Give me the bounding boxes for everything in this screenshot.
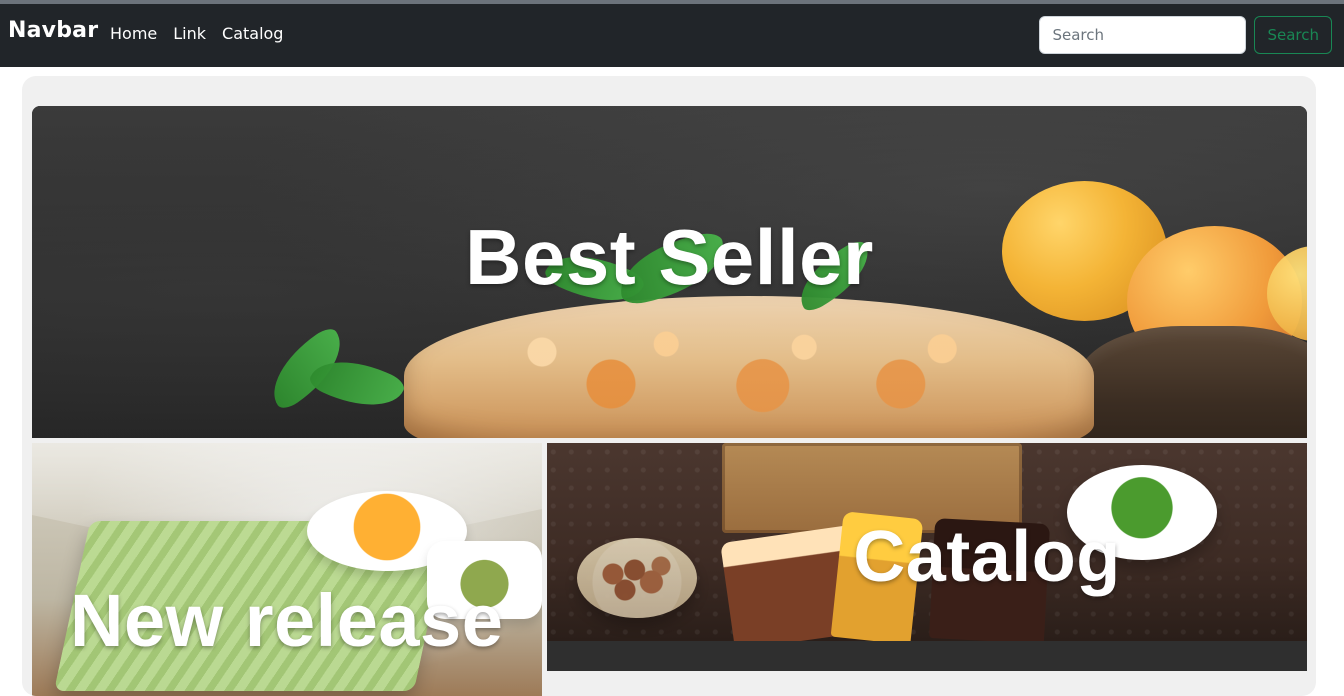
catalog-bottom-strip [547, 641, 1307, 671]
nav-link-link[interactable]: Link [173, 24, 206, 43]
new-release-image [32, 443, 542, 696]
navbar-brand[interactable]: Navbar [8, 18, 98, 43]
nav-links: Home Link Catalog [110, 24, 283, 43]
catalog-image [547, 443, 1307, 641]
content-panel: Best Seller New release Catalog [22, 76, 1316, 696]
nav-link-catalog[interactable]: Catalog [222, 24, 283, 43]
new-release-tile[interactable]: New release [32, 443, 542, 696]
nav-link-home[interactable]: Home [110, 24, 157, 43]
best-seller-tile[interactable]: Best Seller [32, 106, 1307, 438]
catalog-tile[interactable]: Catalog [547, 443, 1307, 641]
search-button[interactable]: Search [1254, 16, 1332, 54]
search-group: Search [1039, 16, 1332, 54]
best-seller-image [32, 106, 1307, 438]
search-input[interactable] [1039, 16, 1247, 54]
top-navbar: Navbar Home Link Catalog Search [0, 4, 1344, 67]
